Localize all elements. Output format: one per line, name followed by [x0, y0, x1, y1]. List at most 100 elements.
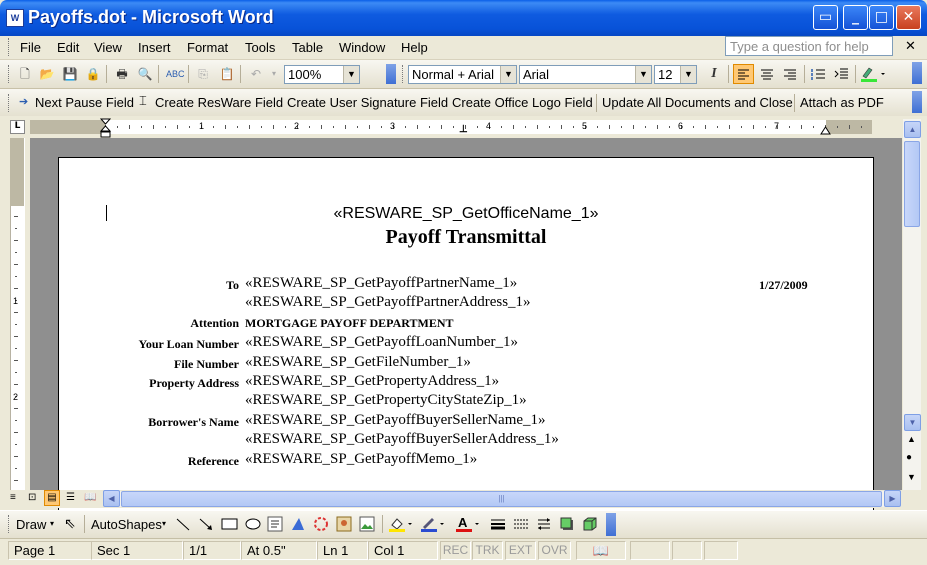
status-section[interactable]: Sec 1 — [91, 541, 183, 560]
highlight-icon[interactable] — [860, 65, 886, 86]
scroll-left-button[interactable]: ◀ — [103, 490, 120, 507]
fill-color-icon[interactable] — [388, 515, 414, 536]
status-ovr[interactable]: OVR — [538, 541, 571, 560]
office-name-field[interactable]: «RESWARE_SP_GetOfficeName_1» — [59, 205, 873, 223]
status-page-count[interactable]: 1/1 — [183, 541, 241, 560]
zoom-select[interactable]: 100% ▼ — [284, 65, 360, 84]
status-trk[interactable]: TRK — [472, 541, 503, 560]
title-bar[interactable]: W Payoffs.dot - Microsoft Word ▭ _ □ ✕ — [0, 0, 927, 36]
tab-stop-marker[interactable]: ⊥ — [459, 124, 468, 135]
save-icon[interactable]: 💾 — [62, 66, 78, 82]
toolbar-grip[interactable] — [8, 94, 12, 112]
toolbar-grip[interactable] — [402, 65, 406, 83]
toolbar-options-icon[interactable] — [912, 62, 922, 84]
new-document-icon[interactable]: 🗋 — [17, 66, 33, 82]
status-page[interactable]: Page 1 — [8, 541, 92, 560]
toolbar-grip[interactable] — [8, 65, 12, 83]
right-indent-marker[interactable] — [820, 124, 831, 138]
undo-dropdown-icon[interactable]: ▾ — [266, 66, 282, 82]
scroll-right-button[interactable]: ▶ — [884, 490, 901, 507]
select-objects-icon[interactable]: ⇖ — [64, 515, 76, 532]
menu-file[interactable]: File — [20, 40, 41, 55]
next-pause-field-button[interactable]: Next Pause Field — [35, 95, 134, 110]
shadow-style-icon[interactable] — [559, 516, 575, 535]
status-rec[interactable]: REC — [440, 541, 471, 560]
field-partner-address[interactable]: «RESWARE_SP_GetPayoffPartnerAddress_1» — [245, 294, 531, 311]
toolbar-grip[interactable] — [8, 515, 12, 533]
menu-edit[interactable]: Edit — [57, 40, 79, 55]
word-app-icon[interactable]: W — [6, 9, 24, 27]
menu-format[interactable]: Format — [187, 40, 228, 55]
rectangle-icon[interactable] — [221, 516, 239, 535]
attach-as-pdf-button[interactable]: Attach as PDF — [800, 95, 884, 110]
arrow-style-icon[interactable] — [536, 516, 552, 535]
field-loan-number[interactable]: «RESWARE_SP_GetPayoffLoanNumber_1» — [245, 334, 518, 351]
tab-selector[interactable]: L — [10, 120, 25, 134]
diagram-icon[interactable] — [313, 516, 329, 535]
menu-restore-button[interactable]: ▭ — [813, 5, 838, 30]
menu-insert[interactable]: Insert — [138, 40, 171, 55]
status-at[interactable]: At 0.5" — [241, 541, 317, 560]
menu-tools[interactable]: Tools — [245, 40, 275, 55]
spelling-status-icon[interactable]: 📖 — [576, 541, 626, 560]
field-property-address[interactable]: «RESWARE_SP_GetPropertyAddress_1» — [245, 373, 499, 390]
field-file-number[interactable]: «RESWARE_SP_GetFileNumber_1» — [245, 354, 471, 371]
paste-icon[interactable]: 📋 — [219, 66, 235, 82]
document-page[interactable]: «RESWARE_SP_GetOfficeName_1» Payoff Tran… — [58, 157, 874, 517]
numbering-icon[interactable] — [809, 65, 827, 86]
menu-help[interactable]: Help — [401, 40, 428, 55]
indent-icon[interactable] — [832, 65, 850, 86]
field-payoff-memo[interactable]: «RESWARE_SP_GetPayoffMemo_1» — [245, 451, 477, 468]
field-partner-name[interactable]: «RESWARE_SP_GetPayoffPartnerName_1» — [245, 275, 517, 292]
style-select[interactable]: Normal + Arial ▼ — [408, 65, 517, 84]
vertical-scroll-thumb[interactable] — [904, 141, 920, 227]
update-all-documents-button[interactable]: Update All Documents and Close — [602, 95, 793, 110]
print-preview-icon[interactable]: 🔍 — [137, 66, 153, 82]
insert-picture-icon[interactable] — [359, 516, 375, 535]
autoshapes-menu-button[interactable]: AutoShapes — [91, 517, 162, 532]
align-left-button[interactable] — [733, 64, 754, 84]
status-line[interactable]: Ln 1 — [317, 541, 368, 560]
create-user-signature-field-button[interactable]: Create User Signature Field — [287, 95, 448, 110]
status-ext[interactable]: EXT — [505, 541, 536, 560]
next-page-icon[interactable]: ▼ — [907, 472, 916, 482]
select-browse-object-icon[interactable]: ● — [906, 452, 912, 463]
toolbar-options-icon[interactable] — [606, 513, 616, 536]
print-icon[interactable]: 🖶 — [114, 66, 130, 82]
outline-view-icon[interactable]: ☰ — [66, 492, 75, 503]
previous-page-icon[interactable]: ▲ — [907, 434, 916, 444]
web-layout-icon[interactable]: ⊡ — [28, 492, 36, 503]
field-buyer-seller-address[interactable]: «RESWARE_SP_GetPayoffBuyerSellerAddress_… — [245, 431, 559, 448]
field-attention[interactable]: MORTGAGE PAYOFF DEPARTMENT — [245, 316, 454, 331]
menu-window[interactable]: Window — [339, 40, 385, 55]
font-select[interactable]: Arial ▼ — [519, 65, 652, 84]
create-resware-field-button[interactable]: Create ResWare Field — [155, 95, 283, 110]
scroll-up-button[interactable]: ▲ — [904, 121, 921, 138]
3d-style-icon[interactable] — [582, 516, 598, 535]
line-icon[interactable] — [175, 516, 191, 535]
horizontal-scroll-thumb[interactable]: ||| — [121, 491, 882, 507]
print-layout-icon[interactable]: ▤ — [44, 490, 60, 506]
undo-icon[interactable]: ↶ — [248, 66, 264, 82]
menu-view[interactable]: View — [94, 40, 122, 55]
scroll-down-button[interactable]: ▼ — [904, 414, 921, 431]
document-close-icon[interactable]: ✕ — [905, 39, 916, 54]
font-color-icon[interactable]: A — [455, 515, 481, 536]
close-button[interactable]: ✕ — [896, 5, 921, 30]
status-column[interactable]: Col 1 — [368, 541, 438, 560]
normal-view-icon[interactable]: ≡ — [10, 492, 16, 503]
align-right-icon[interactable] — [781, 65, 799, 86]
font-size-select[interactable]: 12 ▼ — [654, 65, 697, 84]
arrow-icon[interactable] — [198, 516, 214, 535]
line-color-icon[interactable] — [420, 515, 446, 536]
wordart-icon[interactable] — [290, 516, 306, 535]
text-box-icon[interactable] — [267, 516, 283, 535]
draw-menu-button[interactable]: Draw — [16, 517, 46, 532]
clip-art-icon[interactable] — [336, 516, 352, 535]
spelling-icon[interactable]: ABC — [166, 66, 185, 82]
toolbar-options-icon[interactable] — [912, 91, 922, 113]
line-style-icon[interactable] — [490, 516, 506, 535]
italic-icon[interactable]: I — [706, 66, 722, 82]
minimize-button[interactable]: _ — [843, 5, 868, 30]
create-office-logo-field-button[interactable]: Create Office Logo Field — [452, 95, 593, 110]
